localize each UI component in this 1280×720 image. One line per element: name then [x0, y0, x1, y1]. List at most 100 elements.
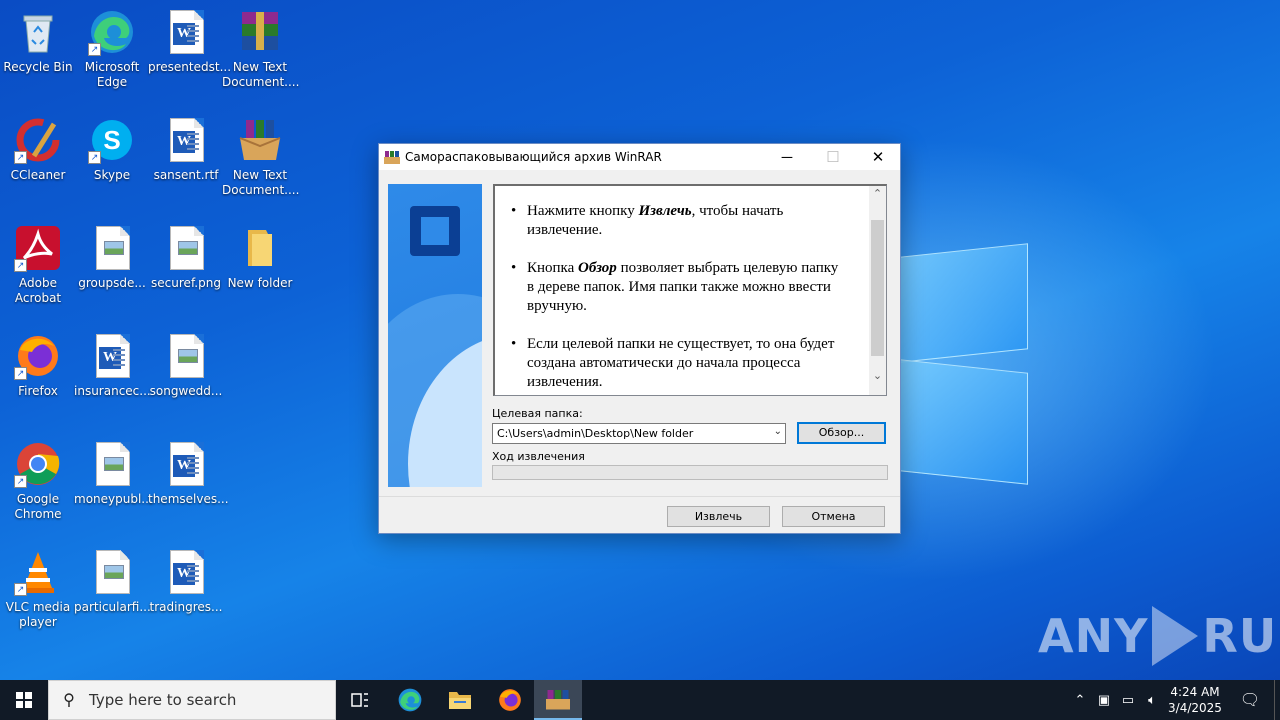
- browse-button[interactable]: Обзор...: [797, 422, 886, 444]
- desktop-icon-label: songwedd...: [149, 384, 223, 398]
- scrollbar-thumb[interactable]: [871, 220, 884, 356]
- start-button[interactable]: [0, 680, 48, 720]
- desktop-icon-microsoft-edge[interactable]: ↗ Microsoft Edge: [74, 8, 150, 90]
- list-item: Если целевой папки не существует, то она…: [511, 335, 845, 392]
- desktop-icon-label: presentedst...: [148, 60, 232, 74]
- search-icon: ⚲: [63, 692, 75, 709]
- desktop-icon-winrar-archive-1[interactable]: New Text Document....: [222, 8, 300, 90]
- desktop-icon-recycle-bin[interactable]: Recycle Bin: [0, 8, 76, 75]
- taskbar-search-box[interactable]: ⚲ Type here to search: [48, 680, 336, 720]
- list-item: Нажмите кнопку Извлечь, чтобы начать изв…: [511, 202, 845, 240]
- desktop-icon-label: New folder: [227, 276, 293, 290]
- anyrun-watermark: ANY RUN: [1038, 606, 1280, 666]
- word-doc-icon: W: [88, 332, 136, 380]
- show-desktop-button[interactable]: [1274, 680, 1280, 720]
- desktop-icon-label: securef.png: [151, 276, 221, 290]
- desktop-icon-label: Skype: [93, 168, 131, 182]
- image-file-icon: [162, 224, 210, 272]
- cancel-button[interactable]: Отмена: [782, 506, 885, 527]
- desktop-icon-label: CCleaner: [10, 168, 66, 182]
- windows-logo-icon: [16, 692, 32, 708]
- winrar-icon: [384, 149, 400, 165]
- ccleaner-icon: ↗: [14, 116, 62, 164]
- desktop-icon-moneypubl[interactable]: moneypubl...: [74, 440, 153, 507]
- taskbar: ⚲ Type here to search ⌃ ▣ ▭ 🔈︎ 4:24 AM 3…: [0, 680, 1280, 720]
- dialog-titlebar[interactable]: Самораспаковывающийся архив WinRAR ─ ☐ ✕: [379, 144, 900, 170]
- taskbar-edge[interactable]: [386, 680, 434, 720]
- taskbar-file-explorer[interactable]: [436, 680, 484, 720]
- system-tray: ⌃ ▣ ▭ 🔈︎ 4:24 AM 3/4/2025 🗨︎: [1068, 680, 1280, 720]
- desktop-icon-firefox[interactable]: ↗ Firefox: [0, 332, 76, 399]
- desktop-icon-label: New Text Document....: [222, 60, 300, 89]
- firefox-icon: ↗: [14, 332, 62, 380]
- desktop-icon-songwedd[interactable]: songwedd...: [148, 332, 224, 399]
- taskbar-clock[interactable]: 4:24 AM 3/4/2025: [1164, 684, 1226, 716]
- notification-icon[interactable]: 🗨︎: [1226, 690, 1274, 710]
- clock-date: 3/4/2025: [1168, 701, 1222, 715]
- volume-icon[interactable]: 🔈︎: [1140, 692, 1164, 708]
- desktop-icon-themselves[interactable]: W themselves...: [148, 440, 229, 507]
- meet-now-icon[interactable]: ▣: [1092, 692, 1116, 708]
- desktop-icon-sansent[interactable]: W sansent.rtf: [148, 116, 224, 183]
- shortcut-arrow-icon: ↗: [14, 151, 27, 164]
- vertical-scrollbar[interactable]: ⌃ ⌄: [869, 186, 886, 395]
- desktop-icon-vlc[interactable]: ↗ VLC media player: [0, 548, 76, 630]
- desktop-icon-label: Adobe Acrobat: [14, 276, 62, 305]
- maximize-button: ☐: [826, 149, 840, 166]
- desktop-icon-label: sansent.rtf: [153, 168, 219, 182]
- instructions-list: Нажмите кнопку Извлечь, чтобы начать изв…: [495, 186, 845, 392]
- desktop-icon-particularfi[interactable]: particularfi...: [74, 548, 151, 615]
- edge-icon: [398, 688, 422, 712]
- desktop-icon-adobe-acrobat[interactable]: ↗ Adobe Acrobat: [0, 224, 76, 306]
- wallpaper-logo-pane: [900, 243, 1028, 363]
- winrar-archive-icon: [236, 116, 284, 164]
- desktop-icon-new-folder[interactable]: New folder: [222, 224, 298, 291]
- desktop-icon-tradingres[interactable]: W tradingres...: [148, 548, 224, 615]
- acrobat-icon: ↗: [14, 224, 62, 272]
- desktop-icon-ccleaner[interactable]: ↗ CCleaner: [0, 116, 76, 183]
- image-file-icon: [162, 332, 210, 380]
- word-doc-icon: W: [162, 116, 210, 164]
- destination-folder-combo[interactable]: C:\Users\admin\Desktop\New folder ⌄: [492, 423, 786, 444]
- shortcut-arrow-icon: ↗: [88, 43, 101, 56]
- network-icon[interactable]: ▭: [1116, 692, 1140, 708]
- desktop-icon-securef[interactable]: securef.png: [148, 224, 224, 291]
- chevron-up-icon[interactable]: ⌃: [1068, 692, 1092, 708]
- instructions-textbox[interactable]: Нажмите кнопку Извлечь, чтобы начать изв…: [493, 184, 887, 396]
- image-file-icon: [88, 548, 136, 596]
- firefox-icon: [499, 689, 521, 711]
- desktop-icon-label: themselves...: [148, 492, 229, 506]
- desktop-icon-google-chrome[interactable]: ↗ Google Chrome: [0, 440, 76, 522]
- desktop-icon-presentedst[interactable]: W presentedst...: [148, 8, 232, 75]
- desktop-icon-winrar-archive-2[interactable]: New Text Document....: [222, 116, 299, 198]
- desktop-icon-label: particularfi...: [74, 600, 151, 614]
- chevron-down-icon[interactable]: ⌄: [774, 426, 782, 437]
- folder-icon: [236, 224, 284, 272]
- scroll-down-icon[interactable]: ⌄: [869, 368, 886, 385]
- dialog-side-image: [388, 184, 482, 487]
- edge-icon: ↗: [88, 8, 136, 56]
- svg-text:S: S: [103, 125, 120, 155]
- desktop-icon-groupsde[interactable]: groupsde...: [74, 224, 150, 291]
- image-file-icon: [88, 440, 136, 488]
- desktop-icon-skype[interactable]: S ↗ Skype: [74, 116, 150, 183]
- search-placeholder: Type here to search: [89, 691, 237, 709]
- close-button[interactable]: ✕: [855, 144, 901, 170]
- extract-button[interactable]: Извлечь: [667, 506, 770, 527]
- desktop-icon-label: Recycle Bin: [3, 60, 73, 74]
- list-item: Кнопка Обзор позволяет выбрать целевую п…: [511, 259, 845, 316]
- progress-label: Ход извлечения: [492, 450, 585, 463]
- desktop-icon-label: groupsde...: [78, 276, 146, 290]
- word-doc-icon: W: [162, 548, 210, 596]
- task-view-button[interactable]: [336, 680, 384, 720]
- word-doc-icon: W: [162, 8, 210, 56]
- scroll-up-icon[interactable]: ⌃: [869, 186, 886, 203]
- winrar-icon: [546, 690, 570, 710]
- taskbar-winrar[interactable]: [534, 680, 582, 720]
- desktop-icon-insurancec[interactable]: W insurancec...: [74, 332, 151, 399]
- desktop-icon-label: moneypubl...: [74, 492, 153, 506]
- recycle-bin-icon: [14, 8, 62, 56]
- image-file-icon: [88, 224, 136, 272]
- taskbar-firefox[interactable]: [486, 680, 534, 720]
- minimize-button[interactable]: ─: [764, 144, 810, 170]
